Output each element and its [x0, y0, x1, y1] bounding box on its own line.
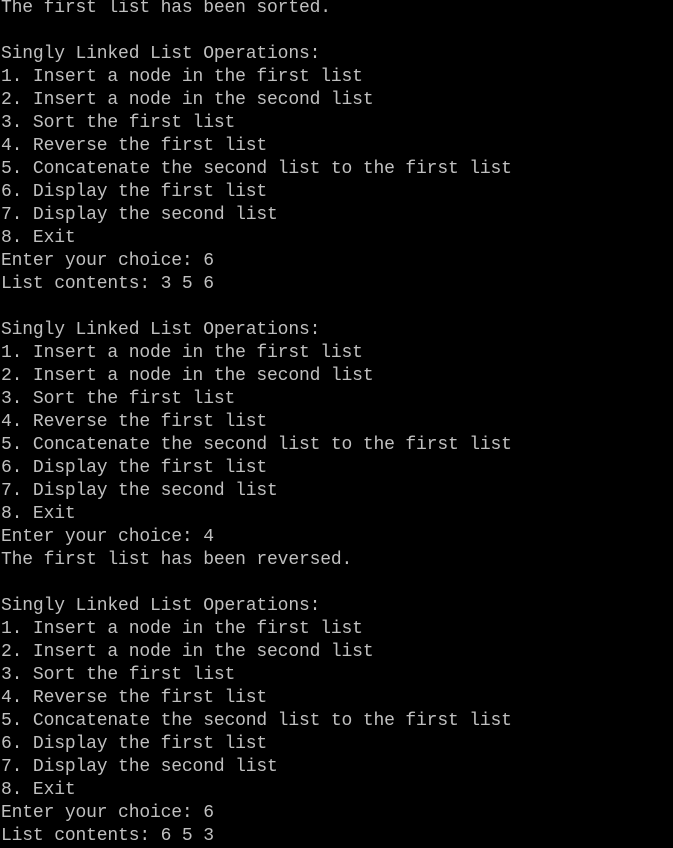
- console-line: The first list has been sorted.: [1, 0, 331, 18]
- console-line: 8. Exit: [1, 780, 76, 800]
- console-line: Enter your choice: 6: [1, 251, 214, 271]
- console-line: 6. Display the first list: [1, 734, 268, 754]
- console-line: 2. Insert a node in the second list: [1, 642, 374, 662]
- console-line: 7. Display the second list: [1, 757, 278, 777]
- console-line: 5. Concatenate the second list to the fi…: [1, 159, 512, 179]
- console-line: 2. Insert a node in the second list: [1, 90, 374, 110]
- console-line: 1. Insert a node in the first list: [1, 67, 363, 87]
- console-line: The first list has been reversed.: [1, 550, 353, 570]
- console-line: Enter your choice: 6: [1, 803, 214, 823]
- console-line: List contents: 3 5 6: [1, 274, 214, 294]
- console-line: 4. Reverse the first list: [1, 412, 268, 432]
- console-line: 6. Display the first list: [1, 182, 268, 202]
- console-line: 2. Insert a node in the second list: [1, 366, 374, 386]
- console-line: 1. Insert a node in the first list: [1, 343, 363, 363]
- console-window[interactable]: The first list has been sorted. Singly Li…: [0, 0, 673, 846]
- console-line: 4. Reverse the first list: [1, 136, 268, 156]
- console-line: 6. Display the first list: [1, 458, 268, 478]
- console-line: 8. Exit: [1, 504, 76, 524]
- console-line: 4. Reverse the first list: [1, 688, 268, 708]
- console-line: List contents: 6 5 3: [1, 826, 214, 846]
- console-line: Singly Linked List Operations:: [1, 596, 321, 616]
- console-line: 5. Concatenate the second list to the fi…: [1, 435, 512, 455]
- console-line: 7. Display the second list: [1, 481, 278, 501]
- console-line: 3. Sort the first list: [1, 113, 236, 133]
- console-line: 3. Sort the first list: [1, 389, 236, 409]
- console-line: Enter your choice: 4: [1, 527, 214, 547]
- console-line: Singly Linked List Operations:: [1, 44, 321, 64]
- console-line: 3. Sort the first list: [1, 665, 236, 685]
- console-line: 1. Insert a node in the first list: [1, 619, 363, 639]
- console-line: 7. Display the second list: [1, 205, 278, 225]
- console-line: 8. Exit: [1, 228, 76, 248]
- console-line: 5. Concatenate the second list to the fi…: [1, 711, 512, 731]
- console-line: Singly Linked List Operations:: [1, 320, 321, 340]
